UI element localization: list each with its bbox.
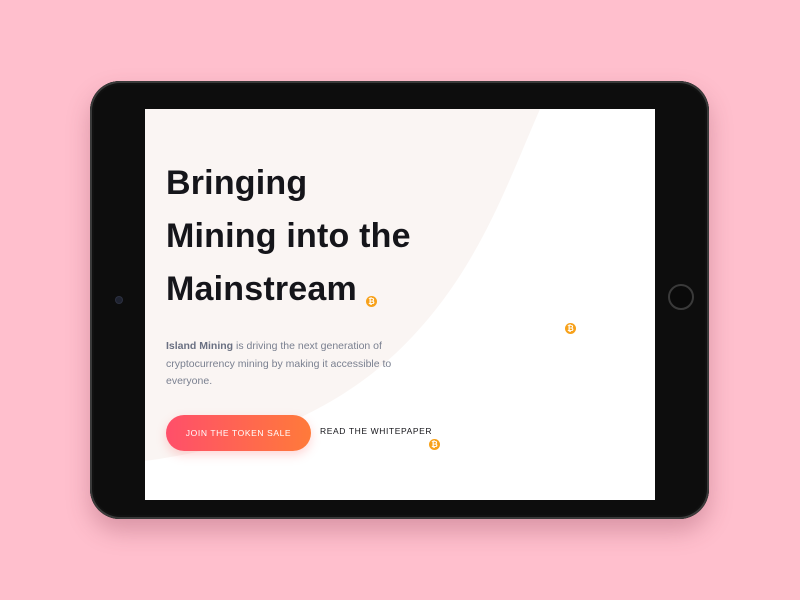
bitcoin-coin-icon: ₿ bbox=[366, 296, 377, 307]
brand-name: Island Mining bbox=[166, 340, 234, 352]
bitcoin-coin-icon: ₿ bbox=[565, 323, 576, 334]
hero-title-line-1: Bringing bbox=[166, 164, 308, 202]
hero-title: Bringing Mining into the Mainstream bbox=[166, 157, 411, 316]
hero-title-line-2: Mining into the bbox=[166, 217, 411, 255]
bitcoin-coin-icon: ₿ bbox=[429, 439, 440, 450]
tablet-device-frame: Bringing Mining into the Mainstream Isla… bbox=[90, 81, 709, 519]
hero-title-line-3: Mainstream bbox=[166, 270, 357, 308]
camera-icon bbox=[116, 297, 122, 303]
join-token-sale-button[interactable]: JOIN THE TOKEN SALE bbox=[166, 415, 311, 451]
home-button[interactable] bbox=[668, 284, 694, 310]
read-whitepaper-link[interactable]: READ THE WHITEPAPER bbox=[320, 426, 432, 436]
hero-description: Island Mining is driving the next genera… bbox=[166, 338, 401, 391]
tablet-screen: Bringing Mining into the Mainstream Isla… bbox=[145, 109, 655, 500]
